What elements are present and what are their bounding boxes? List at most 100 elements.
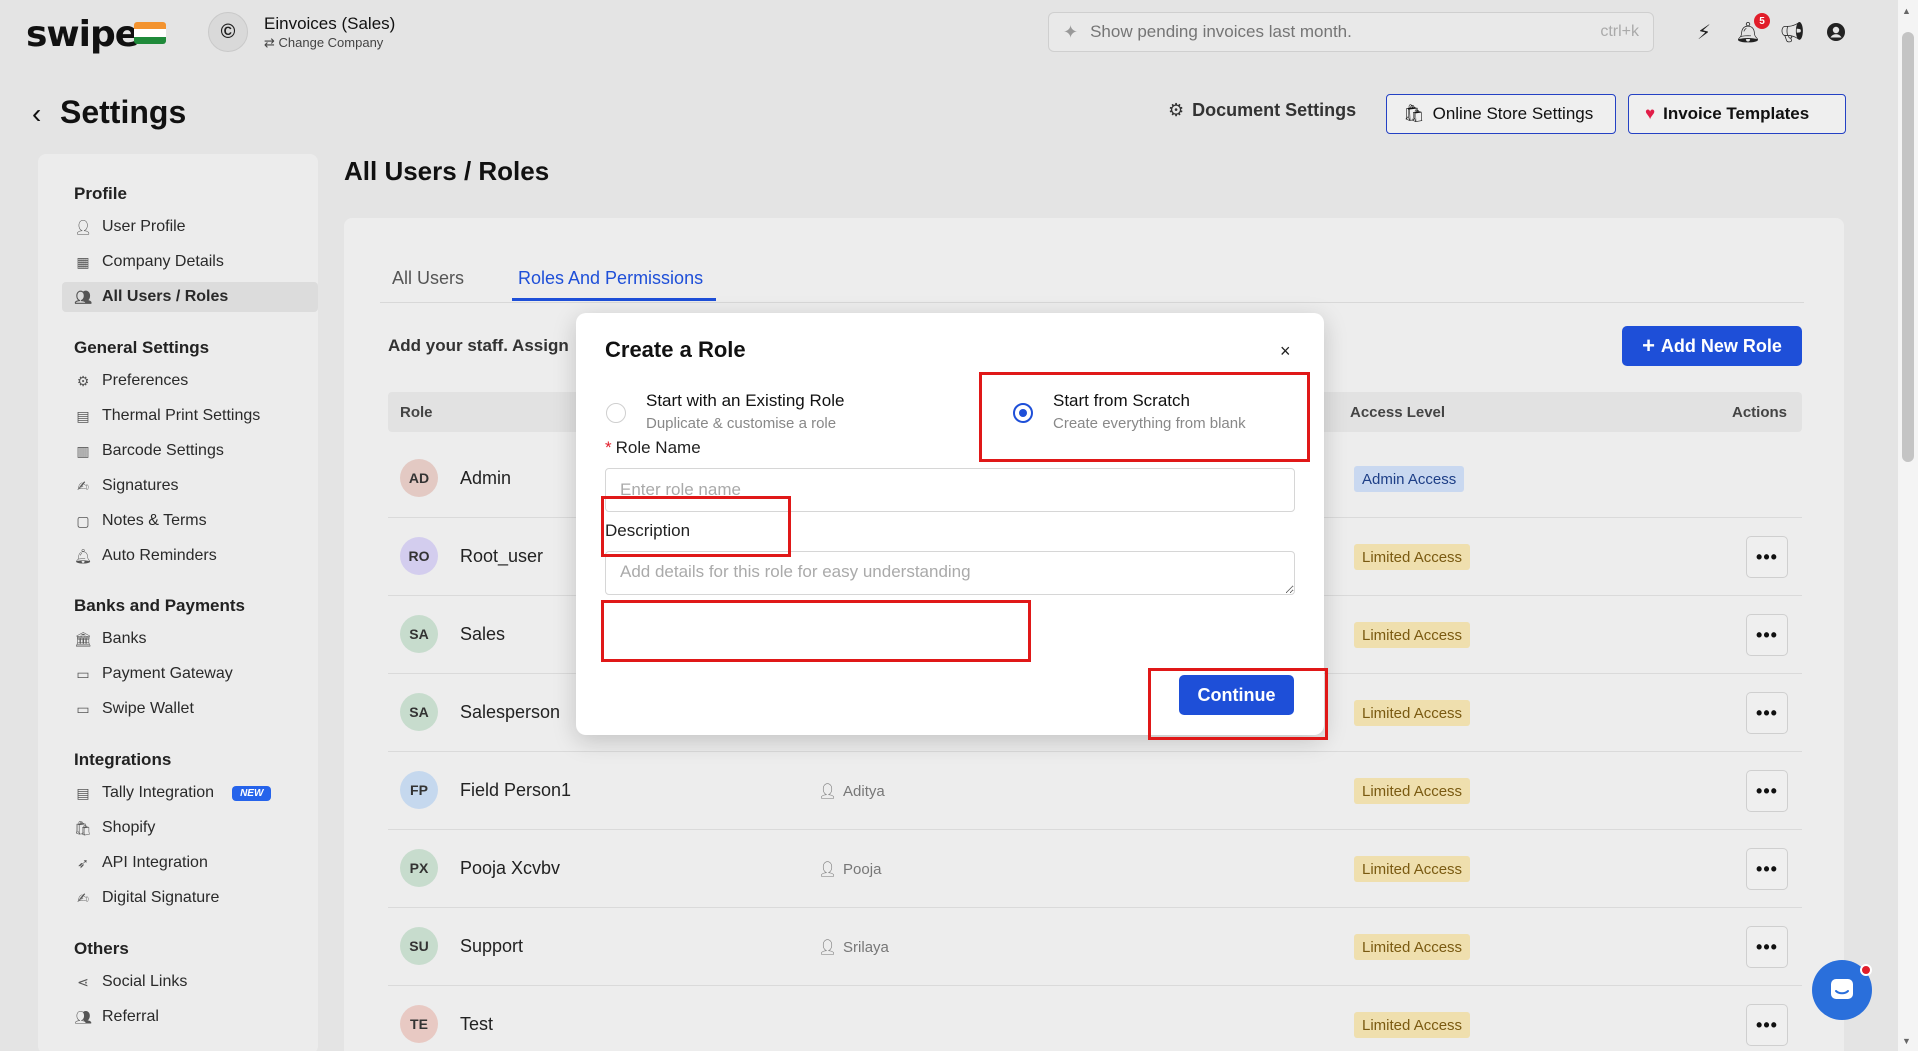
avatar: TE <box>400 1005 438 1043</box>
avatar: SA <box>400 693 438 731</box>
access-level-badge: Limited Access <box>1354 544 1471 570</box>
new-badge: NEW <box>232 785 272 801</box>
megaphone-icon[interactable]: 📢︎ <box>1779 20 1804 44</box>
invoice-templates-button[interactable]: ♥ Invoice Templates <box>1628 94 1846 134</box>
assigned-user-name: Pooja <box>843 860 882 878</box>
sidebar-item-banks[interactable]: 🏛︎ Banks <box>74 630 146 648</box>
user-icon: 👤︎ <box>818 861 838 878</box>
sidebar-item-auto-reminders[interactable]: 🔔︎ Auto Reminders <box>74 547 217 565</box>
sidebar-item-all-users-roles[interactable]: 👥︎ All Users / Roles <box>74 288 228 306</box>
more-actions-icon[interactable]: ••• <box>1746 926 1788 968</box>
tab-roles-permissions[interactable]: Roles And Permissions <box>518 268 703 289</box>
sidebar-item-label: Signatures <box>102 477 179 494</box>
sidebar-item-user-profile[interactable]: 👤︎ User Profile <box>74 218 186 236</box>
user-icon: 👤︎ <box>74 218 92 235</box>
access-level-badge: Limited Access <box>1354 778 1471 804</box>
active-tab-indicator <box>512 298 716 301</box>
scroll-down-arrow-icon[interactable]: ▼ <box>1902 1036 1911 1046</box>
search-bar[interactable]: ✦ ctrl+k <box>1048 12 1654 52</box>
sidebar-item-company-details[interactable]: ▦ Company Details <box>74 253 223 271</box>
role-name[interactable]: Sales <box>460 624 505 645</box>
more-actions-icon[interactable]: ••• <box>1746 692 1788 734</box>
account-icon[interactable] <box>1824 20 1848 44</box>
sidebar-item-preferences[interactable]: ⚙ Preferences <box>74 372 189 390</box>
more-actions-icon[interactable]: ••• <box>1746 848 1788 890</box>
page-heading: Settings <box>60 94 187 130</box>
scroll-up-arrow-icon[interactable]: ▲ <box>1902 6 1911 16</box>
role-name[interactable]: Field Person1 <box>460 780 571 801</box>
intro-text: Add your staff. Assign <box>388 336 569 355</box>
change-company-label: Change Company <box>278 35 384 50</box>
assigned-user-name: Aditya <box>843 782 885 800</box>
company-name[interactable]: Einvoices (Sales) <box>264 14 395 34</box>
sidebar-item-label: Referral <box>102 1008 159 1025</box>
sidebar-item-api[interactable]: ➶ API Integration <box>74 854 208 872</box>
annotation-box-scratch <box>979 372 1310 462</box>
sidebar-item-digital-signature[interactable]: ✍ Digital Signature <box>74 889 219 907</box>
search-input[interactable] <box>1090 22 1561 42</box>
sidebar-item-tally[interactable]: ▤ Tally Integration NEW <box>74 784 272 802</box>
sidebar-item-label: Swipe Wallet <box>102 700 194 717</box>
sidebar-item-signatures[interactable]: ✍ Signatures <box>74 477 179 495</box>
avatar: FP <box>400 771 438 809</box>
sidebar-item-label: Barcode Settings <box>102 442 224 459</box>
change-company-link[interactable]: ⇄ Change Company <box>264 35 383 51</box>
column-header-access: Access Level <box>1350 404 1446 421</box>
section-title: All Users / Roles <box>344 156 550 186</box>
annotation-box-role-name <box>601 496 791 557</box>
option-existing-title: Start with an Existing Role <box>646 391 845 410</box>
sidebar-item-notes-terms[interactable]: ▢ Notes & Terms <box>74 512 206 530</box>
sparkle-icon: ✦ <box>1063 21 1079 42</box>
column-header-actions: Actions <box>1732 404 1788 421</box>
scrollbar-thumb[interactable] <box>1902 32 1914 462</box>
signature-icon: ✍ <box>77 889 89 906</box>
add-new-role-button[interactable]: + Add New Role <box>1622 326 1802 366</box>
table-row: PX Pooja Xcvbv 👤︎ Pooja Limited Access ••• <box>388 830 1802 908</box>
option-existing-subtitle: Duplicate & customise a role <box>646 415 837 432</box>
role-name[interactable]: Test <box>460 1014 493 1035</box>
chat-icon <box>1831 979 1853 999</box>
gear-icon: ⚙ <box>1168 100 1185 120</box>
role-name[interactable]: Admin <box>460 468 511 489</box>
users-icon: 👥︎ <box>74 288 92 305</box>
sidebar-item-barcode[interactable]: ▥ Barcode Settings <box>74 442 224 460</box>
lightning-icon[interactable]: ⚡ <box>1692 20 1716 44</box>
access-level-badge: Limited Access <box>1354 934 1471 960</box>
online-store-settings-button[interactable]: 🛍︎ Online Store Settings <box>1386 94 1616 134</box>
close-icon[interactable]: × <box>1280 341 1291 362</box>
signature-icon: ✍ <box>77 477 89 494</box>
tab-all-users[interactable]: All Users <box>392 268 464 289</box>
more-actions-icon[interactable]: ••• <box>1746 614 1788 656</box>
assigned-user: 👤︎ Pooja <box>818 860 882 879</box>
company-logo-icon[interactable]: © <box>208 12 248 52</box>
radio-existing-role[interactable] <box>606 403 626 423</box>
sidebar-item-label: Thermal Print Settings <box>102 407 261 424</box>
swipe-logo[interactable]: swipe <box>26 14 139 55</box>
more-actions-icon[interactable]: ••• <box>1746 1004 1788 1046</box>
access-level-badge: Limited Access <box>1354 622 1471 648</box>
role-name[interactable]: Support <box>460 936 523 957</box>
more-actions-icon[interactable]: ••• <box>1746 770 1788 812</box>
sidebar-item-label: User Profile <box>102 218 186 235</box>
sidebar-item-label: Auto Reminders <box>102 547 217 564</box>
sidebar-item-shopify[interactable]: 🛍︎ Shopify <box>74 819 155 837</box>
back-chevron-icon[interactable]: ‹ <box>32 98 41 130</box>
sidebar-item-referral[interactable]: 👥︎ Referral <box>74 1008 159 1026</box>
document-settings-button[interactable]: ⚙ Document Settings <box>1168 100 1356 121</box>
sidebar-item-payment-gateway[interactable]: ▭ Payment Gateway <box>74 665 232 683</box>
india-flag-icon <box>134 22 166 44</box>
store-icon: 🛍︎ <box>1403 104 1425 123</box>
role-name[interactable]: Root_user <box>460 546 543 567</box>
search-shortcut: ctrl+k <box>1600 23 1639 40</box>
sidebar-item-social-links[interactable]: ⋖ Social Links <box>74 973 187 991</box>
role-name[interactable]: Salesperson <box>460 702 560 723</box>
sidebar-item-thermal-print[interactable]: ▤ Thermal Print Settings <box>74 407 260 425</box>
role-name[interactable]: Pooja Xcvbv <box>460 858 560 879</box>
sidebar-item-label: Shopify <box>102 819 156 836</box>
sidebar-heading-profile: Profile <box>74 184 127 203</box>
sidebar-item-label: Preferences <box>102 372 189 389</box>
more-actions-icon[interactable]: ••• <box>1746 536 1788 578</box>
modal-title: Create a Role <box>605 337 746 362</box>
description-input[interactable] <box>605 551 1295 595</box>
sidebar-item-swipe-wallet[interactable]: ▭ Swipe Wallet <box>74 700 194 718</box>
